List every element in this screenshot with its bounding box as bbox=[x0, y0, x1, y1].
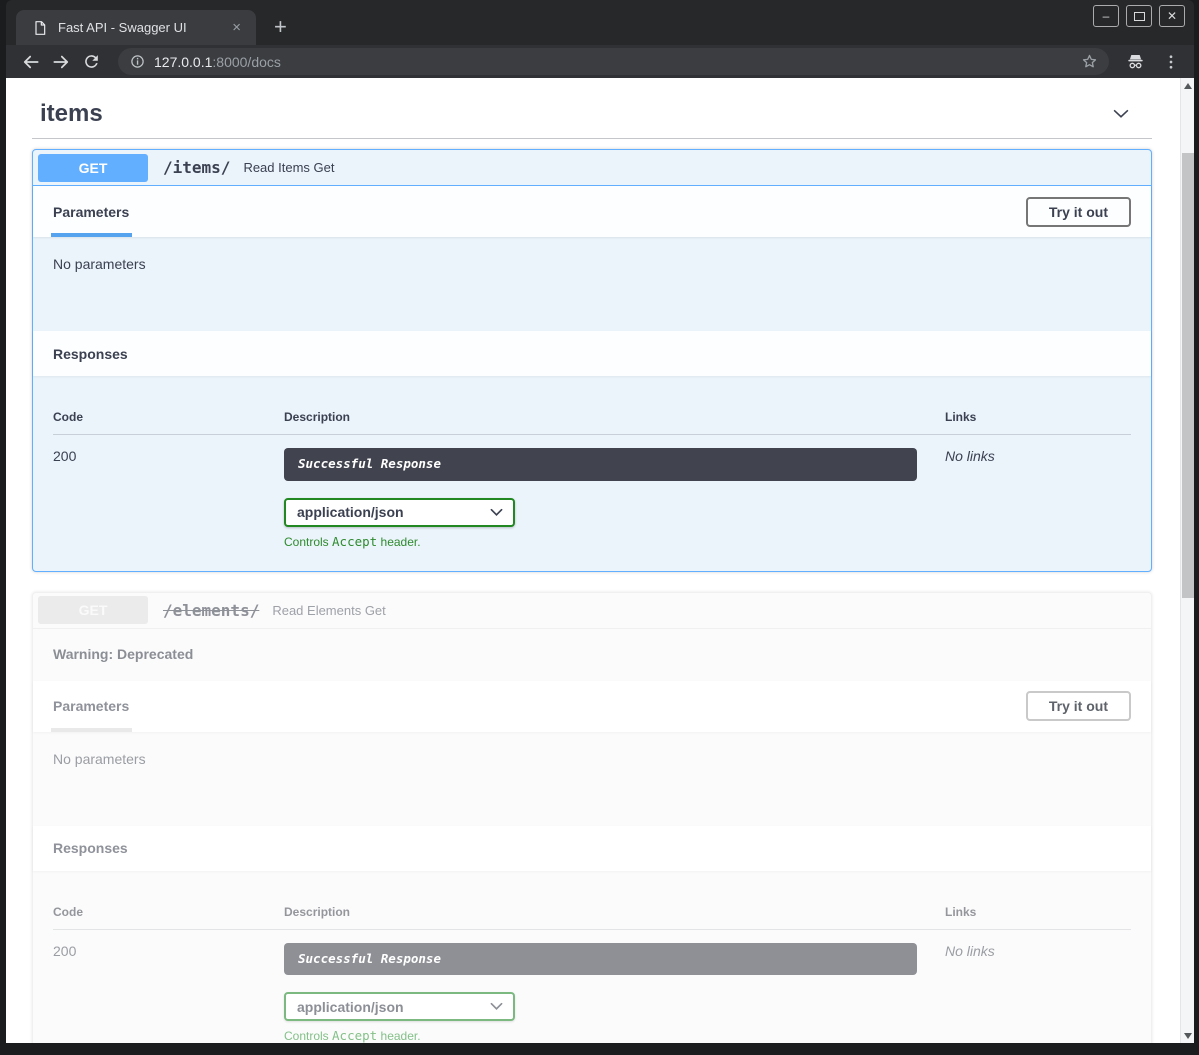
endpoint-summary: Read Items Get bbox=[243, 160, 334, 175]
page-favicon-icon bbox=[32, 19, 48, 37]
window-controls: – ✕ bbox=[1093, 5, 1185, 27]
maximize-icon bbox=[1134, 12, 1145, 21]
tab-strip: Fast API - Swagger UI × + – ✕ bbox=[6, 0, 1194, 45]
media-type-select[interactable]: application/json bbox=[284, 992, 515, 1021]
no-links-text: No links bbox=[945, 943, 995, 959]
media-type-select[interactable]: application/json bbox=[284, 498, 515, 527]
tab-title: Fast API - Swagger UI bbox=[58, 20, 217, 35]
swagger-page: items GET /items/ Read Items Get Paramet… bbox=[6, 78, 1194, 1043]
response-description: Successful Response bbox=[284, 448, 917, 481]
back-button[interactable] bbox=[20, 51, 42, 73]
try-it-out-button[interactable]: Try it out bbox=[1026, 691, 1131, 721]
scrollbar-down-arrow[interactable] bbox=[1181, 1028, 1194, 1043]
new-tab-button[interactable]: + bbox=[274, 18, 287, 36]
incognito-icon bbox=[1125, 51, 1146, 72]
url-host: 127.0.0.1 bbox=[154, 54, 212, 70]
tag-section-header[interactable]: items bbox=[32, 86, 1152, 139]
parameters-label: Parameters bbox=[53, 698, 129, 714]
opblock-get-elements-deprecated: GET /elements/ Read Elements Get Warning… bbox=[32, 592, 1152, 1044]
code-column-header: Code bbox=[53, 905, 284, 919]
scrollbar-thumb[interactable] bbox=[1182, 153, 1194, 598]
menu-kebab-icon[interactable] bbox=[1162, 53, 1180, 71]
opblock-summary[interactable]: GET /items/ Read Items Get bbox=[33, 150, 1151, 186]
tab-parameters[interactable]: Parameters bbox=[53, 186, 129, 237]
browser-tab[interactable]: Fast API - Swagger UI × bbox=[16, 10, 256, 45]
opblock-summary[interactable]: GET /elements/ Read Elements Get bbox=[33, 593, 1151, 629]
responses-header: Responses bbox=[33, 331, 1151, 376]
forward-button[interactable] bbox=[50, 51, 72, 73]
section-collapse-chevron-icon[interactable] bbox=[1110, 103, 1132, 125]
deprecated-warning: Warning: Deprecated bbox=[33, 629, 1151, 681]
close-button[interactable]: ✕ bbox=[1159, 5, 1185, 27]
no-parameters-text: No parameters bbox=[53, 256, 146, 272]
accept-header-note: Controls Accept header. bbox=[284, 1028, 945, 1043]
responses-body: Code Description Links 200 Successful Re… bbox=[33, 376, 1151, 571]
response-description-cell: Successful Response application/json Con… bbox=[284, 943, 945, 1044]
parameters-header: Parameters Try it out bbox=[33, 186, 1151, 237]
description-column-header: Description bbox=[284, 410, 945, 424]
page-content: items GET /items/ Read Items Get Paramet… bbox=[6, 78, 1194, 1043]
site-info-icon[interactable] bbox=[130, 54, 145, 69]
response-description-cell: Successful Response application/json Con… bbox=[284, 448, 945, 549]
bookmark-star-icon[interactable] bbox=[1080, 52, 1099, 71]
parameters-body: No parameters bbox=[33, 237, 1151, 331]
responses-body: Code Description Links 200 Successful Re… bbox=[33, 871, 1151, 1044]
responses-table-head: Code Description Links bbox=[53, 905, 1131, 930]
responses-table-head: Code Description Links bbox=[53, 410, 1131, 435]
parameters-header: Parameters Try it out bbox=[33, 681, 1151, 732]
responses-title: Responses bbox=[53, 346, 128, 362]
media-type-value: application/json bbox=[297, 999, 404, 1015]
description-column-header: Description bbox=[284, 905, 945, 919]
url-text[interactable]: 127.0.0.1:8000/docs bbox=[154, 54, 1071, 70]
responses-title: Responses bbox=[53, 840, 128, 856]
select-chevron-icon bbox=[490, 508, 503, 517]
back-arrow-icon bbox=[21, 52, 41, 72]
scroll-down-icon bbox=[1184, 1033, 1192, 1039]
no-parameters-text: No parameters bbox=[53, 751, 146, 767]
reload-button[interactable] bbox=[80, 51, 102, 73]
endpoint-path: /items/ bbox=[163, 158, 230, 177]
opblock-get-items: GET /items/ Read Items Get Parameters Tr… bbox=[32, 149, 1152, 572]
browser-window: Fast API - Swagger UI × + – ✕ bbox=[0, 0, 1199, 1055]
maximize-button[interactable] bbox=[1126, 5, 1152, 27]
response-code: 200 bbox=[53, 448, 284, 464]
links-column-header: Links bbox=[945, 410, 1131, 424]
response-description: Successful Response bbox=[284, 943, 917, 976]
code-column-header: Code bbox=[53, 410, 284, 424]
parameters-body: No parameters bbox=[33, 732, 1151, 826]
forward-arrow-icon bbox=[51, 52, 71, 72]
method-badge: GET bbox=[38, 596, 148, 624]
toolbar-right bbox=[1125, 51, 1184, 72]
no-links-text: No links bbox=[945, 448, 995, 464]
parameters-label: Parameters bbox=[53, 204, 129, 220]
endpoint-path: /elements/ bbox=[163, 601, 259, 620]
select-chevron-icon bbox=[490, 1002, 503, 1011]
links-column-header: Links bbox=[945, 905, 1131, 919]
tag-title: items bbox=[40, 100, 103, 128]
try-it-out-button[interactable]: Try it out bbox=[1026, 197, 1131, 227]
accept-header-note: Controls Accept header. bbox=[284, 534, 945, 549]
address-bar[interactable]: 127.0.0.1:8000/docs bbox=[118, 48, 1109, 75]
minimize-button[interactable]: – bbox=[1093, 5, 1119, 27]
scrollbar-up-arrow[interactable] bbox=[1181, 78, 1194, 93]
media-type-value: application/json bbox=[297, 504, 404, 520]
tab-parameters[interactable]: Parameters bbox=[53, 681, 129, 732]
page-scrollbar[interactable] bbox=[1180, 78, 1194, 1043]
url-path: :8000/docs bbox=[212, 54, 281, 70]
responses-header: Responses bbox=[33, 826, 1151, 871]
tab-close-icon[interactable]: × bbox=[227, 18, 246, 37]
browser-toolbar: 127.0.0.1:8000/docs bbox=[6, 45, 1194, 78]
response-row: 200 Successful Response application/json… bbox=[53, 435, 1131, 549]
response-row: 200 Successful Response application/json… bbox=[53, 930, 1131, 1044]
response-code: 200 bbox=[53, 943, 284, 959]
method-badge: GET bbox=[38, 154, 148, 182]
scroll-up-icon bbox=[1184, 83, 1192, 89]
reload-icon bbox=[82, 52, 101, 71]
endpoint-summary: Read Elements Get bbox=[272, 603, 385, 618]
